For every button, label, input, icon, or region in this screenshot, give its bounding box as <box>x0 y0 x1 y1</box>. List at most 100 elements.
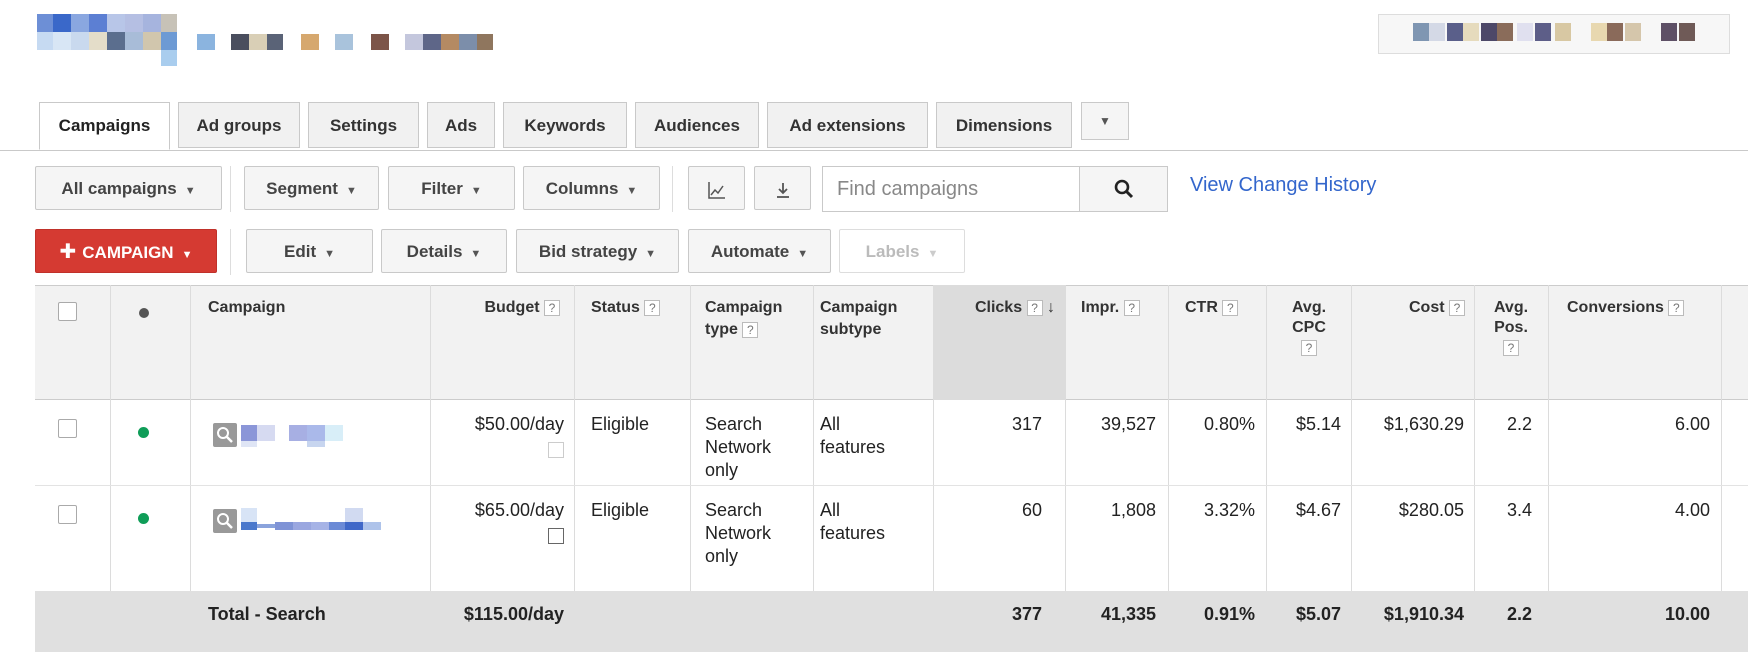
columns-dropdown[interactable]: Columns ▼ <box>523 166 660 210</box>
search-campaign-icon <box>213 509 237 533</box>
new-campaign-button[interactable]: ✚ CAMPAIGN ▼ <box>35 229 217 273</box>
tab-ad-groups[interactable]: Ad groups <box>178 102 300 148</box>
line-chart-icon <box>707 181 725 199</box>
total-impr: 41,335 <box>1100 604 1156 624</box>
chart-toggle-button[interactable] <box>688 166 745 210</box>
budget-value[interactable]: $50.00/day <box>435 413 564 436</box>
column-header-avg-cpc[interactable]: Avg. CPC ? <box>1273 297 1345 359</box>
details-dropdown[interactable]: Details ▼ <box>381 229 507 273</box>
help-icon[interactable]: ? <box>1026 299 1043 316</box>
impr-value: 39,527 <box>1100 414 1156 434</box>
avg-cpc-header-line-1: Avg. <box>1291 299 1327 316</box>
campaign-type-line-1: Search <box>705 414 763 434</box>
filter-dropdown[interactable]: Filter ▼ <box>388 166 515 210</box>
row-checkbox[interactable] <box>58 505 77 524</box>
search-campaign-icon <box>213 423 237 447</box>
clicks-header-label: Clicks <box>974 299 1023 316</box>
help-icon[interactable]: ? <box>742 321 759 338</box>
column-header-cost[interactable]: Cost ? <box>1357 297 1465 319</box>
column-divider <box>690 285 691 591</box>
help-icon[interactable]: ? <box>1123 299 1140 316</box>
column-divider <box>813 285 814 591</box>
help-icon[interactable]: ? <box>544 299 560 316</box>
column-divider <box>1721 285 1722 591</box>
column-divider <box>1065 285 1066 591</box>
help-icon[interactable]: ? <box>1503 339 1519 356</box>
campaign-type-header-line-2: type <box>705 321 738 338</box>
caret-down-icon: ▼ <box>645 248 657 260</box>
help-icon[interactable]: ? <box>1449 299 1465 316</box>
column-header-campaign-type[interactable]: Campaign type ? <box>705 297 782 341</box>
campaign-type-line-2: Network <box>705 437 772 457</box>
campaign-subtype-line-2: features <box>820 437 886 457</box>
row-checkbox[interactable] <box>58 419 77 438</box>
campaign-name-blurred[interactable] <box>241 506 401 532</box>
columns-label: Columns <box>545 179 619 198</box>
toolbar-divider <box>230 166 231 212</box>
campaign-type-line-3: only <box>705 460 739 480</box>
tab-campaigns[interactable]: Campaigns <box>39 102 170 150</box>
tab-ad-extensions[interactable]: Ad extensions <box>767 102 928 148</box>
column-header-ctr[interactable]: CTR ? <box>1185 297 1239 319</box>
help-icon[interactable]: ? <box>1668 299 1685 316</box>
automate-dropdown[interactable]: Automate ▼ <box>688 229 831 273</box>
conversions-value: 4.00 <box>1674 500 1710 520</box>
campaign-name-blurred[interactable] <box>241 422 361 448</box>
total-ctr: 0.91% <box>1203 604 1255 624</box>
campaign-type-value: Search Network only <box>705 413 771 482</box>
campaign-type-line-3: only <box>705 546 739 566</box>
total-avg-cpc: $5.07 <box>1295 604 1341 624</box>
download-button[interactable] <box>754 166 811 210</box>
column-divider <box>574 285 575 591</box>
budget-value[interactable]: $65.00/day <box>435 499 564 522</box>
total-conversions: 10.00 <box>1664 604 1710 624</box>
column-header-conversions[interactable]: Conversions ? <box>1567 297 1685 319</box>
select-all-checkbox[interactable] <box>58 302 77 321</box>
status-dot-header-icon <box>139 308 149 318</box>
segment-dropdown[interactable]: Segment ▼ <box>244 166 379 210</box>
impr-value: 1,808 <box>1110 500 1156 520</box>
column-header-clicks[interactable]: Clicks ? ↓ <box>935 297 1055 319</box>
tab-dimensions[interactable]: Dimensions <box>936 102 1072 148</box>
help-icon[interactable]: ? <box>1222 299 1239 316</box>
column-header-status[interactable]: Status ? <box>591 297 661 319</box>
tab-ads[interactable]: Ads <box>427 102 495 148</box>
tab-audiences[interactable]: Audiences <box>635 102 759 148</box>
search-button[interactable] <box>1079 166 1168 212</box>
column-header-avg-pos[interactable]: Avg. Pos. ? <box>1475 297 1547 359</box>
toolbar-divider <box>230 229 231 275</box>
column-header-campaign[interactable]: Campaign <box>208 297 285 319</box>
avg-cpc-header-line-2: CPC <box>1292 319 1326 336</box>
status-value: Eligible <box>591 500 650 520</box>
column-header-campaign-subtype[interactable]: Campaign subtype <box>820 297 897 341</box>
status-enabled-icon <box>138 427 149 438</box>
clicks-value: 317 <box>1011 414 1042 434</box>
view-change-history-link[interactable]: View Change History <box>1190 174 1376 197</box>
cost-value: $1,630.29 <box>1383 414 1464 434</box>
budget-chart-icon[interactable] <box>548 528 564 544</box>
impr-header-label: Impr. <box>1081 299 1120 316</box>
edit-dropdown[interactable]: Edit ▼ <box>246 229 373 273</box>
tab-keywords[interactable]: Keywords <box>503 102 627 148</box>
column-header-impressions[interactable]: Impr. ? <box>1081 297 1140 319</box>
budget-chart-icon[interactable] <box>548 442 564 458</box>
all-campaigns-dropdown[interactable]: All campaigns ▼ <box>35 166 222 210</box>
ctr-value: 3.32% <box>1203 500 1255 520</box>
help-icon[interactable]: ? <box>644 299 661 316</box>
tabs-more-button[interactable]: ▼ <box>1081 102 1129 140</box>
labels-dropdown[interactable]: Labels ▼ <box>839 229 965 273</box>
tab-settings[interactable]: Settings <box>308 102 419 148</box>
column-header-budget[interactable]: Budget ? <box>440 297 560 319</box>
find-campaigns-input[interactable] <box>822 166 1080 212</box>
account-switcher[interactable] <box>1378 14 1730 54</box>
help-icon[interactable]: ? <box>1301 339 1317 356</box>
ctr-header-label: CTR <box>1185 299 1218 316</box>
tab-bar: Campaigns Ad groups Settings Ads Keyword… <box>0 102 1748 151</box>
status-value: Eligible <box>591 414 650 434</box>
column-divider <box>1351 285 1352 591</box>
avg-cpc-value: $5.14 <box>1295 414 1341 434</box>
status-enabled-icon <box>138 513 149 524</box>
bid-strategy-dropdown[interactable]: Bid strategy ▼ <box>516 229 679 273</box>
caret-down-icon: ▼ <box>181 249 193 261</box>
column-divider <box>933 285 934 591</box>
